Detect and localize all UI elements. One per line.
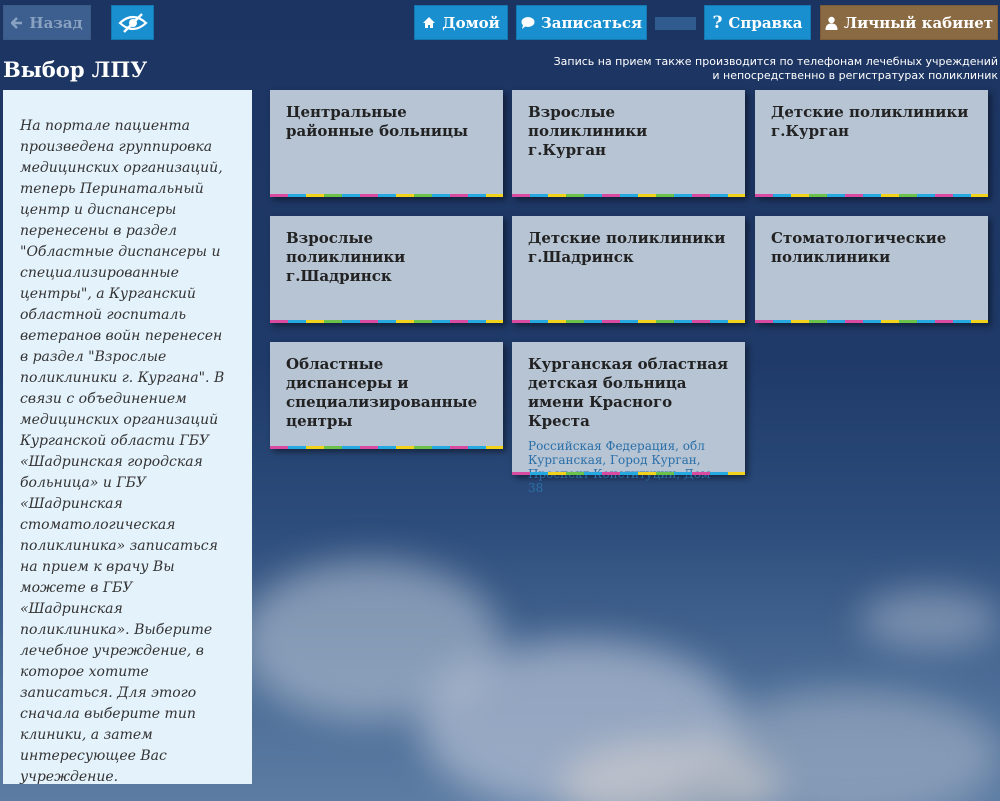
tile-dental-clinics[interactable]: Стоматологические поликлиники [755,216,988,323]
tile-central-district-hospitals[interactable]: Центральные районные больницы [270,90,503,197]
tile-address: Российская Федерация, обл Курганская, Го… [528,439,710,495]
help-button-label: Справка [728,13,803,32]
tile-adult-clinics-kurgan[interactable]: Взрослые поликлиники г.Курган [512,90,745,197]
tile-stripe [512,194,745,197]
help-button[interactable]: ? Справка [704,5,811,40]
tile-stripe [270,320,503,323]
tile-stripe [755,194,988,197]
signup-button[interactable]: Записаться [516,5,647,40]
tile-title: Детские поликлиники г.Курган [771,103,969,140]
sidebar-info-text: На портале пациента произведена группиро… [20,118,225,785]
accessibility-toggle-button[interactable] [111,5,154,40]
tile-stripe [512,472,745,475]
home-button-label: Домой [442,13,500,32]
home-button[interactable]: Домой [414,5,508,40]
tile-stripe [270,194,503,197]
eye-slash-icon [117,12,148,34]
tile-regional-dispensaries[interactable]: Областные диспансеры и специализированны… [270,342,503,449]
home-icon [422,16,436,29]
user-icon [825,16,838,30]
page-title: Выбор ЛПУ [3,57,148,82]
tile-title: Детские поликлиники г.Шадринск [528,229,726,266]
back-button[interactable]: Назад [3,5,91,40]
tile-adult-clinics-shadrinsk[interactable]: Взрослые поликлиники г.Шадринск [270,216,503,323]
phone-booking-notice: Запись на прием также производится по те… [553,55,998,82]
tile-title: Центральные районные больницы [286,103,469,140]
tile-title: Стоматологические поликлиники [771,229,947,266]
signup-button-label: Записаться [540,13,643,32]
arrow-left-icon [11,16,23,29]
tile-regional-children-hospital[interactable]: Курганская областная детская больница им… [512,342,745,495]
tile-title: Курганская областная детская больница им… [528,355,729,430]
tile-stripe [512,320,745,323]
tile-children-clinics-shadrinsk[interactable]: Детские поликлиники г.Шадринск [512,216,745,323]
info-sidebar: На портале пациента произведена группиро… [3,90,252,785]
tile-title: Областные диспансеры и специализированны… [286,355,478,430]
tile-stripe [270,446,503,449]
question-icon: ? [712,12,723,33]
personal-cabinet-label: Личный кабинет [843,13,994,32]
personal-cabinet-button[interactable]: Личный кабинет [820,5,998,40]
tile-children-clinics-kurgan[interactable]: Детские поликлиники г.Курган [755,90,988,197]
chat-bubble-icon [521,16,535,29]
back-button-label: Назад [29,13,83,32]
tile-title: Взрослые поликлиники г.Курган [528,103,648,159]
tile-stripe [755,320,988,323]
blank-nav-button[interactable] [655,17,696,30]
tile-title: Взрослые поликлиники г.Шадринск [286,229,406,285]
